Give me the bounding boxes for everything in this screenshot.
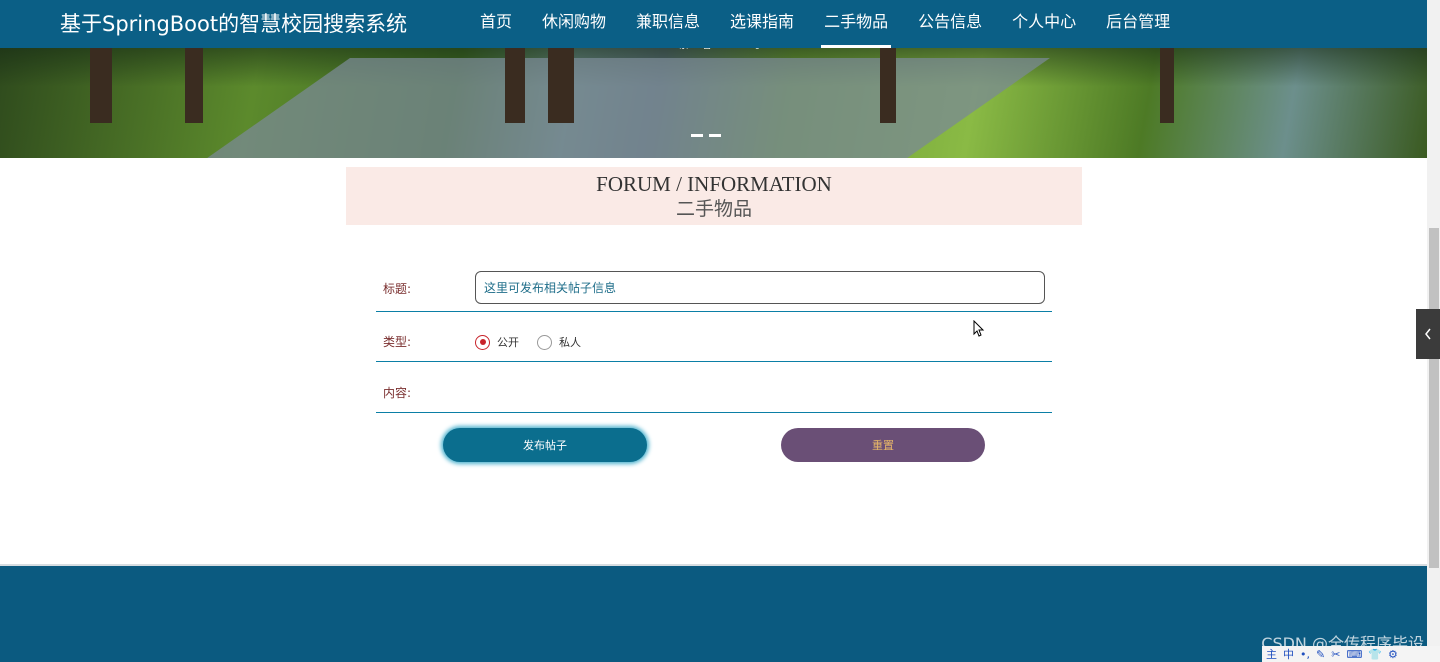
side-panel-toggle[interactable] (1416, 309, 1440, 359)
chevron-left-icon (1425, 328, 1431, 340)
banner-carousel[interactable] (0, 48, 1427, 158)
site-title[interactable]: 基于SpringBoot的智慧校园搜索系统 (60, 8, 407, 38)
radio-private-label: 私人 (559, 336, 581, 349)
nav-item-admin[interactable]: 后台管理 (1091, 0, 1185, 48)
carousel-dot[interactable] (709, 134, 721, 137)
nav-item-shopping[interactable]: 休闲购物 (527, 0, 621, 48)
ime-toolbar: 主 中 •, ✎ ✂ ⌨ 👕 ⚙ (1262, 646, 1440, 662)
ime-scissors-icon[interactable]: ✂ (1331, 648, 1340, 661)
publish-post-button[interactable]: 发布帖子 (443, 428, 647, 462)
ime-lang-icon[interactable]: 中 (1283, 646, 1294, 662)
banner-tree (90, 48, 112, 123)
ime-settings-icon[interactable]: ⚙ (1388, 648, 1398, 661)
type-radio-group: 公开 私人 (475, 334, 599, 350)
form-row-title: 标题: (376, 262, 1052, 312)
banner-tree (185, 48, 203, 123)
banner-tree (1160, 48, 1174, 123)
banner-tree (505, 48, 525, 123)
nav-item-announcements[interactable]: 公告信息 (903, 0, 997, 48)
section-title-box: FORUM / INFORMATION 二手物品 (346, 167, 1082, 225)
nav-item-course-guide[interactable]: 选课指南 (715, 0, 809, 48)
type-label: 类型: (383, 335, 412, 349)
form-row-content: 内容: (376, 362, 1052, 413)
radio-private[interactable]: 私人 (537, 334, 581, 350)
form-row-type: 类型: 公开 私人 (376, 312, 1052, 362)
banner-tree (548, 48, 574, 123)
top-navbar: 基于SpringBoot的智慧校园搜索系统 首页 休闲购物 兼职信息 选课指南 … (0, 0, 1427, 48)
banner-path (150, 58, 1050, 158)
main-nav: 首页 休闲购物 兼职信息 选课指南 二手物品 公告信息 个人中心 后台管理 (465, 0, 1185, 48)
nav-item-parttime[interactable]: 兼职信息 (621, 0, 715, 48)
carousel-dot[interactable] (691, 134, 703, 137)
reset-button[interactable]: 重置 (781, 428, 985, 462)
mouse-cursor-icon (973, 320, 985, 337)
ime-punct-icon[interactable]: •, (1300, 648, 1310, 661)
nav-item-secondhand[interactable]: 二手物品 (809, 0, 903, 48)
radio-public[interactable]: 公开 (475, 334, 519, 350)
scrollbar-thumb[interactable] (1429, 228, 1439, 568)
ime-keyboard-icon[interactable]: ⌨ (1346, 648, 1362, 661)
title-input[interactable] (475, 271, 1045, 304)
page-footer (0, 564, 1427, 662)
nav-item-home[interactable]: 首页 (465, 0, 527, 48)
nav-item-personal-center[interactable]: 个人中心 (997, 0, 1091, 48)
ime-mode-icon[interactable]: 主 (1266, 646, 1277, 662)
banner-tree (880, 48, 896, 123)
ime-handwrite-icon[interactable]: ✎ (1316, 648, 1325, 661)
section-title-cn: 二手物品 (675, 199, 752, 220)
radio-public-label: 公开 (497, 336, 519, 349)
carousel-indicators (691, 134, 721, 137)
content-label: 内容: (383, 386, 412, 400)
radio-private-button[interactable] (537, 334, 552, 350)
title-label: 标题: (383, 282, 412, 296)
ime-skin-icon[interactable]: 👕 (1368, 648, 1382, 661)
radio-public-button[interactable] (475, 334, 490, 350)
